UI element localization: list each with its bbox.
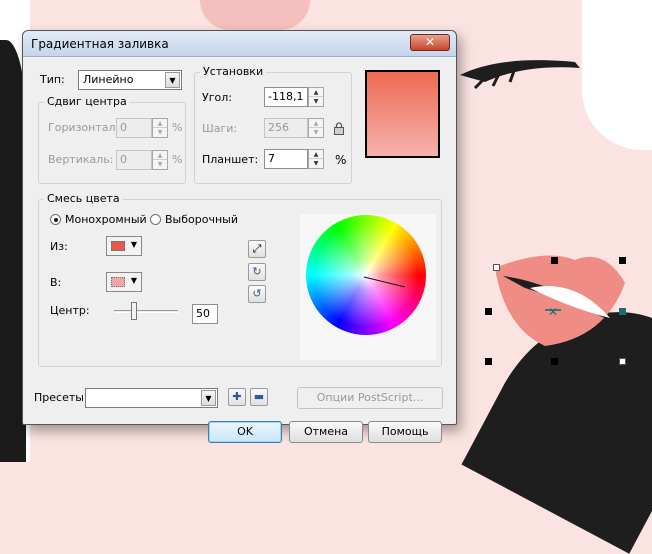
chevron-down-icon: ▼ [165,72,180,88]
edge-pad-stepper[interactable]: ▲ ▼ [308,149,324,169]
selection-handle[interactable] [619,308,626,315]
vertical-stepper[interactable]: ▲ ▼ [152,150,168,170]
edge-pad-field[interactable]: 7 [264,149,308,169]
title-bar: Градиентная заливка ✕ [23,31,456,57]
illustration-eyelashes [460,60,580,90]
selection-handle[interactable] [551,358,558,365]
spin-up-icon[interactable]: ▲ [153,119,167,128]
angle-label: Угол: [202,91,232,104]
spin-down-icon[interactable]: ▼ [309,159,323,168]
chevron-down-icon: ▼ [130,276,137,285]
center-label: Центр: [50,304,90,317]
vertical-unit: % [172,153,183,166]
close-button[interactable]: ✕ [410,34,450,51]
direct-line-icon[interactable]: ⤢ [248,240,266,258]
remove-preset-icon[interactable]: ▬ [250,388,268,406]
spin-up-icon[interactable]: ▲ [153,151,167,160]
type-select-value: Линейно [83,73,134,86]
steps-label: Шаги: [202,122,238,135]
horizontal-stepper[interactable]: ▲ ▼ [152,118,168,138]
selection-handle[interactable] [485,358,492,365]
presets-select[interactable]: ▼ [85,388,218,408]
horizontal-unit: % [172,121,183,134]
type-select[interactable]: Линейно ▼ [78,70,182,90]
from-label: Из: [50,240,68,253]
chevron-down-icon: ▼ [201,390,216,406]
spin-up-icon[interactable]: ▲ [309,150,323,159]
type-label: Тип: [40,73,65,86]
ok-button[interactable]: OK [208,421,282,443]
horizontal-field[interactable]: 0 [116,118,152,138]
steps-stepper[interactable]: ▲ ▼ [308,118,324,138]
horizontal-label: Горизонталь: [48,121,126,134]
dialog-client: Тип: Линейно ▼ Сдвиг центра Горизонталь:… [30,64,451,443]
canvas-background-right [582,0,652,150]
to-label: В: [50,276,62,289]
selection-handle[interactable] [551,257,558,264]
settings-legend: Установки [200,65,267,78]
chevron-down-icon: ▼ [130,240,137,249]
from-color-picker[interactable]: ▼ [106,236,142,256]
custom-radio[interactable] [150,214,161,225]
angle-field[interactable]: -118,1 [264,87,308,107]
center-marker-icon: ✕ [548,305,559,319]
monochrome-label: Монохромный [65,213,147,226]
from-color-swatch [111,241,125,251]
custom-label: Выборочный [165,213,238,226]
vertical-label: Вертикаль: [48,153,114,166]
edge-pad-label: Планшет: [202,153,259,166]
color-blend-legend: Смесь цвета [44,192,123,205]
edge-pad-unit: % [335,153,347,167]
illustration-lips [495,255,625,346]
presets-label: Пресеты: [34,391,88,404]
selection-handle[interactable] [619,358,626,365]
cancel-button[interactable]: Отмена [289,421,363,443]
gradient-fill-dialog: Градиентная заливка ✕ Тип: Линейно ▼ Сдв… [22,30,457,443]
gradient-preview[interactable] [365,70,440,158]
to-color-swatch [111,277,125,287]
help-button[interactable]: Помощь [368,421,442,443]
spin-down-icon[interactable]: ▼ [153,128,167,137]
postscript-options-button[interactable]: Опции PostScript... [297,387,443,409]
center-offset-group [38,102,186,184]
center-field[interactable]: 50 [192,304,218,324]
steps-field[interactable]: 256 [264,118,308,138]
selection-handle[interactable] [493,264,500,271]
rotate-cw-icon[interactable]: ↻ [248,263,266,281]
dialog-title: Градиентная заливка [31,37,169,51]
to-color-picker[interactable]: ▼ [106,272,142,292]
center-offset-legend: Сдвиг центра [44,95,130,108]
rotate-ccw-icon[interactable]: ↺ [248,285,266,303]
center-slider-track[interactable] [114,310,178,313]
angle-stepper[interactable]: ▲ ▼ [308,87,324,107]
vertical-field[interactable]: 0 [116,150,152,170]
color-wheel-path [363,276,406,288]
spin-up-icon[interactable]: ▲ [309,119,323,128]
selection-handle[interactable] [619,257,626,264]
add-preset-icon[interactable]: ✚ [228,388,246,406]
spin-down-icon[interactable]: ▼ [153,160,167,169]
illustration-nose [200,0,310,30]
selection-handle[interactable] [485,308,492,315]
spin-up-icon[interactable]: ▲ [309,88,323,97]
lock-icon[interactable] [333,122,345,135]
spin-down-icon[interactable]: ▼ [309,97,323,106]
monochrome-radio[interactable] [50,214,61,225]
spin-down-icon[interactable]: ▼ [309,128,323,137]
center-slider-thumb[interactable] [131,302,138,320]
